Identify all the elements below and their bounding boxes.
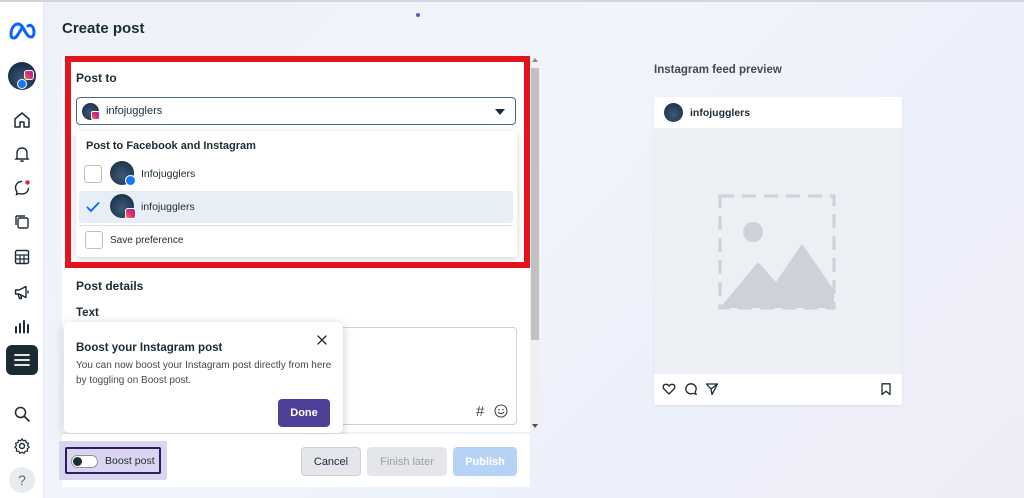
- preview-image-area: [654, 128, 902, 374]
- avatar: [664, 103, 683, 122]
- help-icon[interactable]: ?: [9, 467, 35, 493]
- instagram-badge-icon: [24, 70, 34, 80]
- bell-icon[interactable]: [11, 143, 33, 165]
- top-border: [0, 0, 1024, 2]
- preview-actions: [654, 380, 902, 398]
- bookmark-icon: [881, 383, 891, 396]
- loading-dot: [416, 13, 420, 17]
- share-icon: [705, 383, 719, 396]
- home-icon[interactable]: [11, 109, 33, 131]
- menu-icon[interactable]: [6, 345, 38, 375]
- table-icon[interactable]: [11, 246, 33, 268]
- scroll-up-arrow-icon[interactable]: [532, 58, 538, 62]
- publish-button[interactable]: Publish: [453, 447, 517, 476]
- sidebar: ?: [0, 2, 44, 498]
- emoji-icon[interactable]: [494, 404, 508, 418]
- text-label: Text: [76, 307, 99, 319]
- page-title: Create post: [62, 20, 145, 37]
- tooltip-title: Boost your Instagram post: [76, 342, 223, 354]
- gear-icon[interactable]: [11, 435, 33, 457]
- meta-logo-icon[interactable]: [8, 21, 36, 41]
- image-placeholder-icon: [718, 194, 836, 310]
- tooltip-body: You can now boost your Instagram post di…: [76, 360, 332, 386]
- done-button[interactable]: Done: [278, 399, 330, 427]
- chat-icon[interactable]: [11, 177, 33, 199]
- boost-post-label: Boost post: [105, 455, 155, 467]
- facebook-badge-icon: [17, 79, 27, 89]
- bar-chart-icon[interactable]: [11, 315, 33, 337]
- megaphone-icon[interactable]: [11, 281, 33, 303]
- highlight-annotation: [65, 56, 530, 268]
- boost-post-control[interactable]: Boost post: [65, 447, 161, 474]
- comment-icon: [685, 383, 698, 396]
- post-details-heading: Post details: [76, 279, 144, 293]
- preview-account-name: infojugglers: [690, 107, 751, 119]
- hashtag-icon[interactable]: #: [476, 403, 484, 420]
- finish-later-button[interactable]: Finish later: [367, 447, 447, 476]
- preview-heading: Instagram feed preview: [654, 64, 782, 76]
- boost-highlight: Boost post: [59, 441, 167, 480]
- heart-icon: [662, 383, 676, 395]
- stack-icon[interactable]: [11, 211, 33, 233]
- search-icon[interactable]: [11, 403, 33, 425]
- scroll-down-arrow-icon[interactable]: [532, 424, 538, 428]
- boost-toggle[interactable]: [71, 455, 98, 468]
- instagram-preview-card: infojugglers: [654, 97, 902, 405]
- scrollbar-thumb[interactable]: [531, 68, 539, 340]
- cancel-button[interactable]: Cancel: [301, 447, 361, 476]
- toggle-knob: [73, 457, 82, 466]
- boost-tooltip: Boost your Instagram post You can now bo…: [64, 322, 343, 433]
- close-icon[interactable]: [316, 334, 328, 346]
